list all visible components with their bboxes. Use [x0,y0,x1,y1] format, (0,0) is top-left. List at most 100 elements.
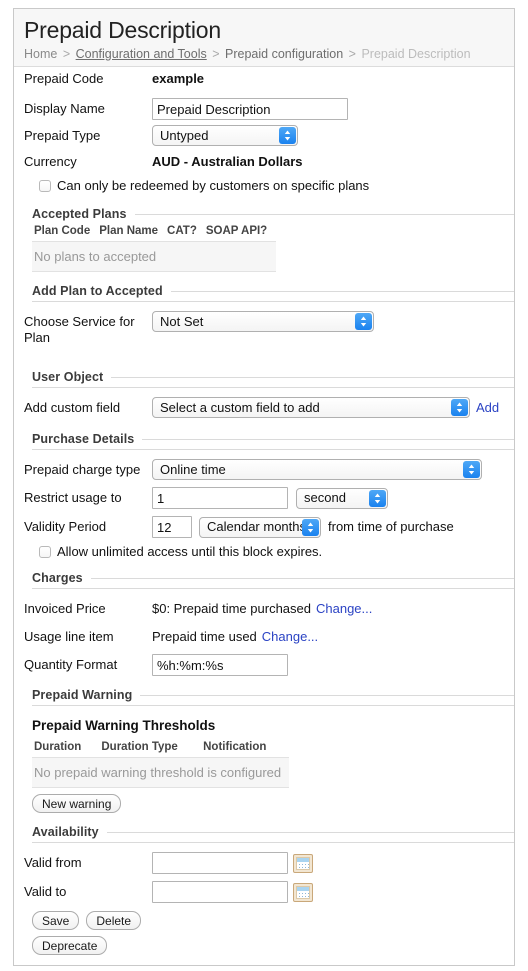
validity-period-unit-value: Calendar months [207,519,306,534]
validity-period-label: Validity Period [24,519,107,534]
prepaid-charge-type-label: Prepaid charge type [24,462,141,477]
table-header-row: Duration Duration Type Notification [32,737,290,758]
column-header-duration: Duration [32,737,102,758]
choose-service-label: Choose Service for Plan [24,314,135,345]
row-quantity-format: Quantity Format [14,653,514,676]
unlimited-access-checkbox[interactable] [39,545,51,558]
deprecate-button[interactable]: Deprecate [32,936,108,955]
primary-actions-row: Save Delete [14,911,514,930]
section-availability: Availability [14,825,514,839]
new-warning-button-row: New warning [14,794,514,813]
section-title-prepaid-warning: Prepaid Warning [32,688,133,702]
section-title-availability: Availability [32,825,99,839]
add-custom-field-add-link[interactable]: Add [476,400,499,416]
column-header-duration-type: Duration Type [101,737,204,758]
section-divider [134,213,514,215]
delete-button[interactable]: Delete [86,911,142,930]
section-title-accepted-plans: Accepted Plans [32,207,127,221]
choose-service-select[interactable]: Not Set [152,311,374,332]
section-title-purchase-details: Purchase Details [32,432,135,446]
section-title-add-plan: Add Plan to Accepted [32,284,163,298]
column-header-notification: Notification [203,737,290,758]
page-body: Prepaid Code example Display Name Prepai… [14,67,514,965]
column-header-soap-api: SOAP API? [205,221,277,242]
row-prepaid-type: Prepaid Type Untyped [14,124,514,146]
prepaid-type-select[interactable]: Untyped [152,125,298,146]
breadcrumb-item-current: Prepaid Description [361,47,471,61]
quantity-format-label: Quantity Format [24,657,118,672]
chevron-updown-icon [451,399,468,416]
specific-plans-checkbox-label: Can only be redeemed by customers on spe… [57,178,370,193]
chevron-updown-icon [279,127,296,144]
validity-period-suffix: from time of purchase [328,519,454,534]
prepaid-description-card: Prepaid Description Home > Configuration… [13,8,515,966]
row-prepaid-code: Prepaid Code example [14,67,514,89]
section-purchase-details: Purchase Details [14,432,514,446]
prepaid-charge-type-select[interactable]: Online time [152,459,482,480]
breadcrumb-item-home[interactable]: Home [24,47,57,61]
specific-plans-checkbox[interactable] [39,179,51,192]
choose-service-selected-value: Not Set [160,313,204,329]
prepaid-type-selected-value: Untyped [160,127,209,143]
column-header-plan-code: Plan Code [32,221,100,242]
prepaid-type-label: Prepaid Type [24,128,101,143]
breadcrumb-separator: > [212,47,220,61]
section-divider [142,438,514,440]
breadcrumb-separator: > [62,47,71,61]
chevron-updown-icon [463,461,480,478]
valid-from-label: Valid from [24,855,82,870]
validity-period-unit-select[interactable]: Calendar months [199,516,321,538]
calendar-icon[interactable] [293,853,313,873]
section-divider [106,831,514,833]
breadcrumb-item-configuration-and-tools[interactable]: Configuration and Tools [76,47,207,61]
restrict-usage-unit-value: second [304,490,346,505]
prepaid-warning-thresholds-table: Duration Duration Type Notification No p… [32,737,290,788]
row-validity-period: Validity Period Calendar months from tim… [14,515,514,538]
usage-line-item-change-link[interactable]: Change... [262,629,318,645]
validity-period-input[interactable] [152,516,192,538]
row-currency: Currency AUD - Australian Dollars [14,150,514,172]
table-header-row: Plan Code Plan Name CAT? SOAP API? [32,221,277,242]
restrict-usage-label: Restrict usage to [24,490,122,505]
section-title-charges: Charges [32,571,83,585]
section-divider [140,694,514,696]
column-header-plan-name: Plan Name [99,221,168,242]
prepaid-code-label: Prepaid Code [24,71,104,86]
row-choose-service-for-plan: Choose Service for Plan Not Set [14,310,514,346]
chevron-updown-icon [302,518,319,536]
row-usage-line-item: Usage line item Prepaid time used Change… [14,625,514,647]
usage-line-item-label: Usage line item [24,629,114,644]
accepted-plans-empty-message: No plans to accepted [32,241,277,272]
row-valid-from: Valid from [14,851,514,874]
row-display-name: Display Name [14,97,514,120]
table-row-empty: No plans to accepted [32,241,277,272]
breadcrumb-separator: > [348,47,356,61]
prepaid-warning-empty-message: No prepaid warning threshold is configur… [32,757,290,788]
invoiced-price-change-link[interactable]: Change... [316,601,372,617]
save-button[interactable]: Save [32,911,80,930]
section-charges: Charges [14,571,514,585]
section-divider [170,290,514,292]
breadcrumb-item-prepaid-configuration[interactable]: Prepaid configuration [225,47,343,61]
table-row-empty: No prepaid warning threshold is configur… [32,757,290,788]
quantity-format-input[interactable] [152,654,288,676]
new-warning-button[interactable]: New warning [32,794,122,813]
display-name-input[interactable] [152,98,348,120]
display-name-label: Display Name [24,101,105,116]
row-valid-to: Valid to [14,880,514,903]
chevron-updown-icon [355,313,372,330]
valid-to-label: Valid to [24,884,67,899]
valid-from-input[interactable] [152,852,288,874]
column-header-cat: CAT? [167,221,206,242]
section-divider [90,577,514,579]
restrict-usage-unit-select[interactable]: second [296,487,388,509]
prepaid-code-value: example [152,71,205,86]
valid-to-input[interactable] [152,881,288,903]
row-add-custom-field: Add custom field Select a custom field t… [14,396,514,418]
calendar-icon[interactable] [293,882,313,902]
section-title-user-object: User Object [32,370,104,384]
breadcrumb: Home > Configuration and Tools > Prepaid… [24,46,504,62]
row-unlimited-access-checkbox: Allow unlimited access until this block … [14,544,514,559]
restrict-usage-input[interactable] [152,487,288,509]
add-custom-field-select[interactable]: Select a custom field to add [152,397,470,418]
